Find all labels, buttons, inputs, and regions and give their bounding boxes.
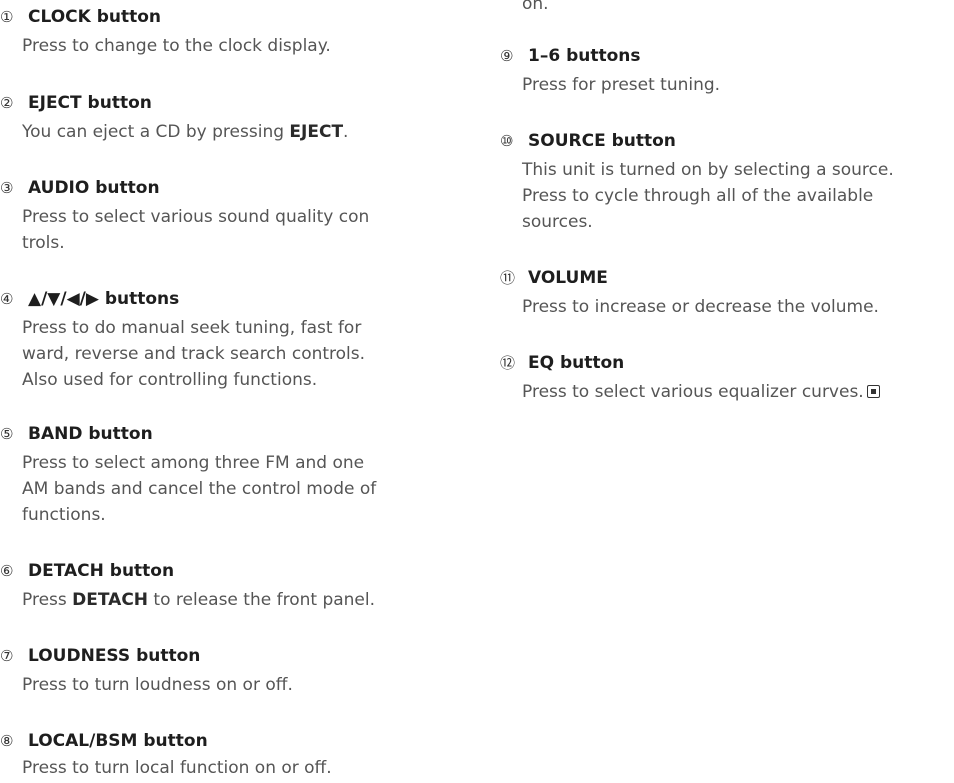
item-title: DETACH button <box>28 561 175 581</box>
item-description-line: Press to do manual seek tuning, fast for <box>22 318 362 338</box>
item-description-line: This unit is turned on by selecting a so… <box>522 160 894 180</box>
item-description-tail: . <box>343 122 349 142</box>
item-number: ⑩ <box>500 132 514 150</box>
item-title: AUDIO button <box>28 178 160 198</box>
item-title: BAND button <box>28 424 153 444</box>
item-description-tail: to release the front panel. <box>148 590 376 610</box>
item-title: ▲/▼/◀/▶ buttons <box>28 289 180 309</box>
item-local-bsm: ⑧ LOCAL/BSM button Press to turn local fu… <box>0 730 332 781</box>
item-description-line: ward, reverse and track search controls. <box>22 344 366 364</box>
item-description-line: AM bands and cancel the control mode of <box>22 479 377 499</box>
item-description: Press to select various equalizer curves… <box>522 382 864 402</box>
item-loudness: ⑦ LOUDNESS button Press to turn loudness … <box>0 645 293 698</box>
end-of-section-icon <box>866 385 880 398</box>
item-number: ⑦ <box>0 647 14 665</box>
item-title: EJECT button <box>28 93 152 113</box>
item-description: Press to turn loudness on or off. <box>22 675 293 695</box>
item-description-line: Press to select among three FM and one <box>22 453 365 473</box>
item-eq: ⑫ EQ button Press to select various equal… <box>500 352 880 405</box>
item-eject: ② EJECT button You can eject a CD by pres… <box>0 92 348 145</box>
item-number: ⑥ <box>0 562 14 580</box>
item-title: LOUDNESS button <box>28 646 201 666</box>
item-source: ⑩ SOURCE button This unit is turned on by… <box>500 130 894 235</box>
item-number: ⑪ <box>500 269 516 287</box>
item-title: CLOCK button <box>28 7 162 27</box>
item-title: 1–6 buttons <box>528 46 641 66</box>
item-description: Press to change to the clock display. <box>22 36 331 56</box>
item-description-line: functions. <box>22 505 106 525</box>
item-title: SOURCE button <box>528 131 676 151</box>
item-number: ⑨ <box>500 47 514 65</box>
item-description-line: Press to cycle through all of the availa… <box>522 186 874 206</box>
item-preset-buttons: ⑨ 1–6 buttons Press for preset tuning. <box>500 45 720 98</box>
item-description: Press to turn local function on or off. <box>22 758 332 778</box>
item-number: ⑧ <box>0 732 14 750</box>
item-description: Press <box>22 590 73 610</box>
item-arrows: ④ ▲/▼/◀/▶ buttons Press to do manual seek… <box>0 288 365 393</box>
item-description: Press to increase or decrease the volume… <box>522 297 879 317</box>
item-description: You can eject a CD by pressing <box>22 122 290 142</box>
item-clock: ① CLOCK button Press to change to the clo… <box>0 6 331 59</box>
item-detach: ⑥ DETACH button Press DETACH to release t… <box>0 560 375 613</box>
item-number: ⑤ <box>0 425 14 443</box>
item-audio: ③ AUDIO button Press to select various so… <box>0 177 369 256</box>
item-band: ⑤ BAND button Press to select among three… <box>0 423 376 528</box>
item-title: LOCAL/BSM button <box>28 731 208 751</box>
item-description-line: sources. <box>522 212 593 232</box>
item-description-bold: DETACH <box>72 590 149 610</box>
item-number: ③ <box>0 179 14 197</box>
item-description: Press for preset tuning. <box>522 75 721 95</box>
item-number: ④ <box>0 290 14 308</box>
item-description-line: trols. <box>22 233 65 253</box>
item-number: ① <box>0 8 14 26</box>
item-number: ② <box>0 94 14 112</box>
item-description-line: Press to select various sound quality co… <box>22 207 370 227</box>
item-number: ⑫ <box>500 354 516 372</box>
item-volume: ⑪ VOLUME Press to increase or decrease th… <box>500 267 879 320</box>
item-title: EQ button <box>528 353 625 373</box>
item-description-line: Also used for controlling functions. <box>22 370 318 390</box>
item-title: VOLUME <box>528 268 608 288</box>
continued-fragment: on. <box>522 0 549 14</box>
item-description-bold: EJECT <box>289 122 344 142</box>
